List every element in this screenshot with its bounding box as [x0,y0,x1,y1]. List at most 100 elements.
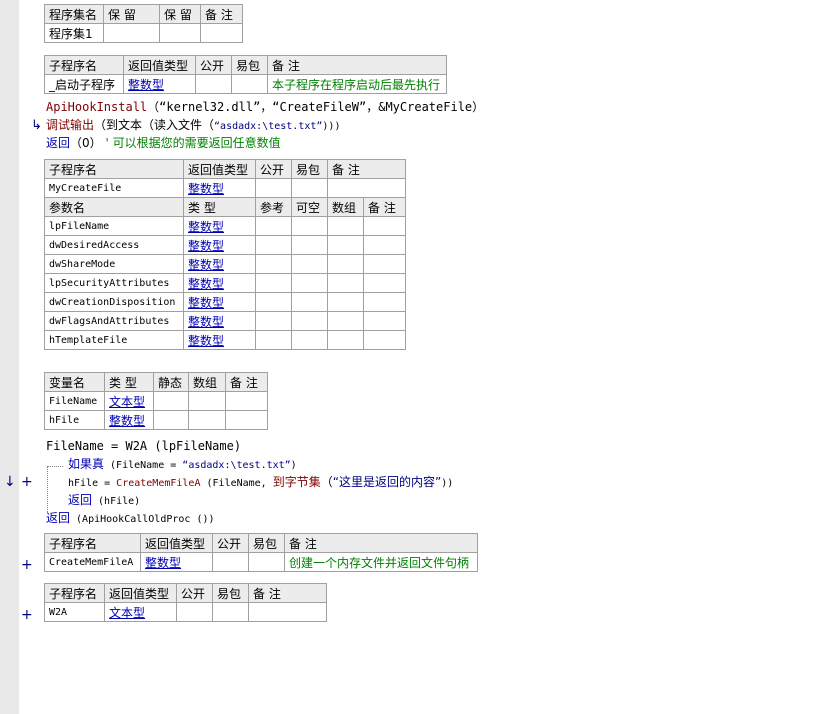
param-type[interactable]: 整数型 [183,330,256,350]
code-line-if-true[interactable]: 如果真 (FileName = “asdadx:\test.txt”) [68,456,297,474]
param-row: dwFlagsAndAttributes 整数型 [44,311,406,331]
easy-pack-cell[interactable] [212,602,249,622]
param-type[interactable]: 整数型 [183,254,256,274]
param-array[interactable] [327,216,364,236]
reserved-cell-1[interactable] [103,23,160,43]
param-ref[interactable] [255,273,292,293]
header-comment: 备 注 [284,533,478,553]
code-line-filename-assign[interactable]: FileName = W2A (lpFileName) [46,438,241,454]
param-type[interactable]: 整数型 [183,292,256,312]
param-name[interactable]: hTemplateFile [44,330,184,350]
easy-pack-cell[interactable] [291,178,328,198]
return-type-cell[interactable]: 文本型 [104,602,177,622]
param-ref[interactable] [255,330,292,350]
code-line-hfile-assign[interactable]: hFile = CreateMemFileA (FileName, 到字节集（“… [68,474,453,492]
header-return-type: 返回值类型 [140,533,213,553]
param-comment[interactable] [363,273,406,293]
param-ref[interactable] [255,311,292,331]
param-nullable[interactable] [291,254,328,274]
param-array[interactable] [327,235,364,255]
var-type[interactable]: 文本型 [104,391,154,411]
reserved-cell-2[interactable] [159,23,201,43]
param-nullable[interactable] [291,216,328,236]
comment-cell[interactable] [248,602,327,622]
param-type[interactable]: 整数型 [183,235,256,255]
param-comment[interactable] [363,235,406,255]
param-ref[interactable] [255,216,292,236]
param-name[interactable]: dwFlagsAndAttributes [44,311,184,331]
return-type-cell[interactable]: 整数型 [140,552,213,572]
param-nullable[interactable] [291,292,328,312]
sub-name-cell[interactable]: CreateMemFileA [44,552,141,572]
function-name: 调试输出 [46,118,95,132]
var-name[interactable]: hFile [44,410,105,430]
param-type[interactable]: 整数型 [183,216,256,236]
comment-cell[interactable] [200,23,243,43]
public-cell[interactable] [195,74,232,94]
param-name[interactable]: lpSecurityAttributes [44,273,184,293]
public-cell[interactable] [176,602,213,622]
param-type[interactable]: 整数型 [183,273,256,293]
var-comment[interactable] [225,410,268,430]
return-type-cell[interactable]: 整数型 [183,178,256,198]
return-type-cell[interactable]: 整数型 [123,74,196,94]
function-name: ApiHookInstall [46,100,148,114]
param-ref[interactable] [255,254,292,274]
sub-name-cell[interactable]: _启动子程序 [44,74,124,94]
param-comment[interactable] [363,330,406,350]
easy-pack-cell[interactable] [248,552,285,572]
comment-cell[interactable]: 创建一个内存文件并返回文件句柄 [284,552,478,572]
param-nullable[interactable] [291,235,328,255]
collapse-arrow-icon[interactable]: ↳ [31,119,42,133]
sub-name-cell[interactable]: W2A [44,602,105,622]
param-array[interactable] [327,292,364,312]
var-static[interactable] [153,410,189,430]
var-array[interactable] [188,391,226,411]
param-array[interactable] [327,311,364,331]
code-line-return-callold[interactable]: 返回 (ApiHookCallOldProc ()) [46,510,215,528]
param-ref[interactable] [255,235,292,255]
param-nullable[interactable] [291,330,328,350]
comment-cell[interactable]: 本子程序在程序启动后最先执行 [267,74,447,94]
assembly-name-cell[interactable]: 程序集1 [44,23,104,43]
param-comment[interactable] [363,311,406,331]
args-close: )) [441,478,454,489]
public-cell[interactable] [212,552,249,572]
param-nullable[interactable] [291,273,328,293]
var-array[interactable] [188,410,226,430]
param-comment[interactable] [363,292,406,312]
param-type[interactable]: 整数型 [183,311,256,331]
param-name[interactable]: lpFileName [44,216,184,236]
condition-close: ) [290,460,297,471]
param-name[interactable]: dwDesiredAccess [44,235,184,255]
expand-plus-icon[interactable]: + [21,475,33,489]
breakpoint-arrow-icon[interactable]: ↓ [4,475,16,489]
header-easy-pack: 易包 [291,159,328,179]
sub-name-cell[interactable]: MyCreateFile [44,178,184,198]
var-comment[interactable] [225,391,268,411]
param-array[interactable] [327,273,364,293]
code-line-apihookinstall[interactable]: ApiHookInstall（“kernel32.dll”，“CreateFil… [46,99,484,115]
var-type[interactable]: 整数型 [104,410,154,430]
param-ref[interactable] [255,292,292,312]
comment-cell[interactable] [327,178,406,198]
param-array[interactable] [327,254,364,274]
string-literal: “asdadx:\test.txt” [182,460,291,471]
param-name[interactable]: dwShareMode [44,254,184,274]
param-name[interactable]: dwCreationDisposition [44,292,184,312]
public-cell[interactable] [255,178,292,198]
code-line-debug-output[interactable]: 调试输出（到文本（读入文件（“asdadx:\test.txt”))) [46,117,340,135]
param-comment[interactable] [363,216,406,236]
header-param-ref: 参考 [255,197,292,217]
easy-pack-cell[interactable] [231,74,268,94]
expand-plus-icon[interactable]: + [21,558,33,572]
var-name[interactable]: FileName [44,391,105,411]
expand-plus-icon[interactable]: + [21,608,33,622]
param-comment[interactable] [363,254,406,274]
code-line-return[interactable]: 返回（0） ' 可以根据您的需要返回任意数值 [46,135,281,151]
code-line-return-hfile[interactable]: 返回 (hFile) [68,492,140,510]
param-array[interactable] [327,330,364,350]
param-nullable[interactable] [291,311,328,331]
header-easy-pack: 易包 [212,583,249,603]
var-static[interactable] [153,391,189,411]
